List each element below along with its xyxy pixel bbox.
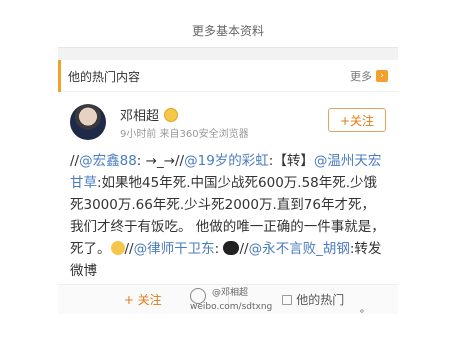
author-name[interactable]: 邓相超 <box>120 105 159 124</box>
section-divider <box>58 48 398 60</box>
more-label: 更多 <box>350 70 372 83</box>
more-profile-link[interactable]: 更多基本资料 <box>58 14 398 48</box>
chevron-right-icon: › <box>376 70 388 82</box>
avatar[interactable] <box>70 104 106 140</box>
hot-content-title: 他的热门内容 <box>68 70 141 84</box>
vip-badge-icon <box>164 107 179 122</box>
post-author: 邓相超 9小时前 来自360安全浏览器 +关注 <box>58 92 398 152</box>
text-segment: // <box>70 153 80 169</box>
text-segment: :【转】 <box>268 153 314 169</box>
watermark-url: weibo.com/sdtxng <box>190 302 273 312</box>
watermark-handle: @邓相超 <box>212 288 249 298</box>
post-text: //@宏鑫88: →_→//@19岁的彩虹:【转】@温州天宏甘草:如果牠45年死… <box>70 150 388 282</box>
author-name-row: 邓相超 <box>120 105 179 124</box>
post-meta: 9小时前 来自360安全浏览器 <box>120 129 249 140</box>
mention-link[interactable]: @19岁的彩虹 <box>184 153 269 169</box>
mention-link[interactable]: @律师干卫东 <box>134 241 215 257</box>
hot-content-header: 他的热门内容 更多 › <box>58 60 398 92</box>
corner-mark: 。 <box>360 304 370 315</box>
mention-link[interactable]: @永不言败_胡钢 <box>249 241 350 257</box>
smile-emoji-icon <box>110 241 125 255</box>
accent-bar <box>58 60 61 92</box>
follow-button[interactable]: +关注 <box>328 108 386 132</box>
text-segment: // <box>124 241 134 257</box>
follow-action-label: + 关注 <box>123 293 162 307</box>
mention-link[interactable]: @宏鑫88 <box>79 153 137 169</box>
hot-content-more-link[interactable]: 更多 › <box>350 68 388 84</box>
text-segment: : <box>214 241 220 257</box>
weibo-watermark: @邓相超 weibo.com/sdtxng <box>190 284 275 314</box>
text-segment: : →_→// <box>136 153 185 169</box>
dark-emoji-icon <box>223 241 240 255</box>
grid-icon <box>282 294 293 305</box>
hot-content-action-label: 他的热门 <box>296 293 345 307</box>
text-segment: // <box>239 241 249 257</box>
more-profile-label: 更多基本资料 <box>191 24 264 38</box>
